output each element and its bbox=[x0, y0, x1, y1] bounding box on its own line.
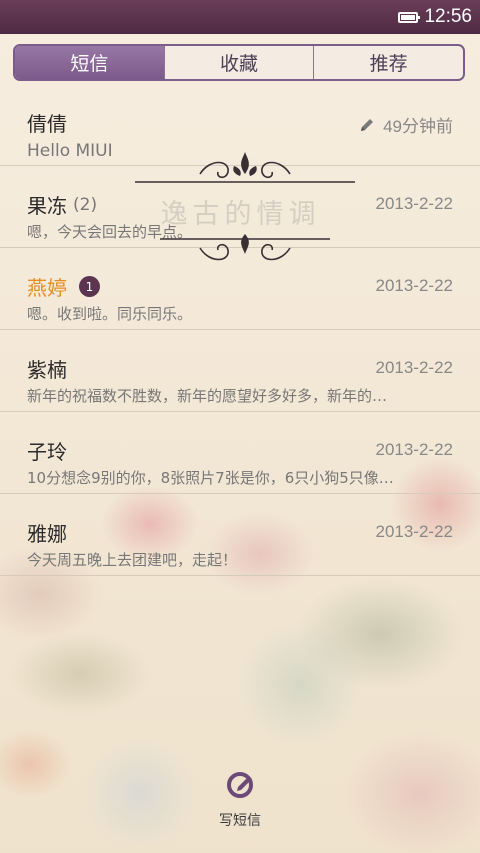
message-preview: 新年的祝福数不胜数，新年的愿望好多好多，新年的… bbox=[27, 387, 388, 405]
message-preview: 今天周五晚上去团建吧，走起！ bbox=[27, 551, 238, 569]
message-count: (2) bbox=[73, 194, 98, 215]
message-time: 2013-2-22 bbox=[375, 358, 453, 377]
contact-name-row: 紫楠 bbox=[27, 354, 67, 383]
contact-name: 子玲 bbox=[27, 440, 67, 464]
message-time-row: 49分钟前 bbox=[359, 112, 453, 137]
message-time: 2013-2-22 bbox=[375, 276, 453, 295]
conversation-row[interactable]: 果冻 (2) 2013-2-22 嗯，今天会回去的早点。 bbox=[0, 166, 480, 248]
message-preview: Hello MIUI bbox=[27, 141, 113, 161]
conversation-row[interactable]: 紫楠 2013-2-22 新年的祝福数不胜数，新年的愿望好多好多，新年的… bbox=[0, 330, 480, 412]
contact-name: 紫楠 bbox=[27, 358, 67, 382]
message-time: 2013-2-22 bbox=[375, 440, 453, 459]
tab-messages[interactable]: 短信 bbox=[15, 46, 164, 79]
compose-icon bbox=[227, 772, 253, 798]
contact-name: 雅娜 bbox=[27, 522, 67, 546]
message-time: 49分钟前 bbox=[383, 117, 453, 136]
contact-name-row: 子玲 bbox=[27, 436, 67, 465]
battery-icon bbox=[398, 11, 421, 23]
message-preview: 嗯。收到啦。同乐同乐。 bbox=[27, 305, 193, 323]
conversation-row[interactable]: 倩倩 49分钟前 Hello MIUI bbox=[0, 84, 480, 166]
status-bar: 12:56 bbox=[0, 0, 480, 34]
status-time: 12:56 bbox=[424, 6, 472, 27]
tab-favorites[interactable]: 收藏 bbox=[163, 46, 314, 79]
unread-badge: 1 bbox=[79, 276, 100, 297]
message-preview: 嗯，今天会回去的早点。 bbox=[27, 223, 193, 241]
conversation-row[interactable]: 雅娜 2013-2-22 今天周五晚上去团建吧，走起！ bbox=[0, 494, 480, 576]
tab-recommended[interactable]: 推荐 bbox=[313, 46, 463, 79]
conversation-row[interactable]: 子玲 2013-2-22 10分想念9别的你，8张照片7张是你，6只小狗5只像… bbox=[0, 412, 480, 494]
tab-bar: 短信 收藏 推荐 bbox=[13, 44, 465, 81]
contact-name: 倩倩 bbox=[27, 112, 67, 136]
message-time: 2013-2-22 bbox=[375, 522, 453, 541]
pencil-icon bbox=[361, 118, 374, 131]
contact-name-row: 倩倩 bbox=[27, 108, 67, 137]
contact-name-row: 燕婷 1 bbox=[27, 272, 100, 301]
contact-name-row: 果冻 (2) bbox=[27, 190, 97, 219]
message-preview: 10分想念9别的你，8张照片7张是你，6只小狗5只像… bbox=[27, 469, 394, 487]
conversation-row[interactable]: 燕婷 1 2013-2-22 嗯。收到啦。同乐同乐。 bbox=[0, 248, 480, 330]
compose-button[interactable]: 写短信 bbox=[200, 770, 280, 830]
contact-name: 果冻 bbox=[27, 194, 67, 218]
message-time: 2013-2-22 bbox=[375, 194, 453, 213]
compose-label: 写短信 bbox=[219, 813, 261, 829]
contact-name-row: 雅娜 bbox=[27, 518, 67, 547]
conversation-list: 倩倩 49分钟前 Hello MIUI 果冻 (2) 2013-2-22 嗯，今… bbox=[0, 84, 480, 576]
contact-name: 燕婷 bbox=[27, 276, 67, 300]
